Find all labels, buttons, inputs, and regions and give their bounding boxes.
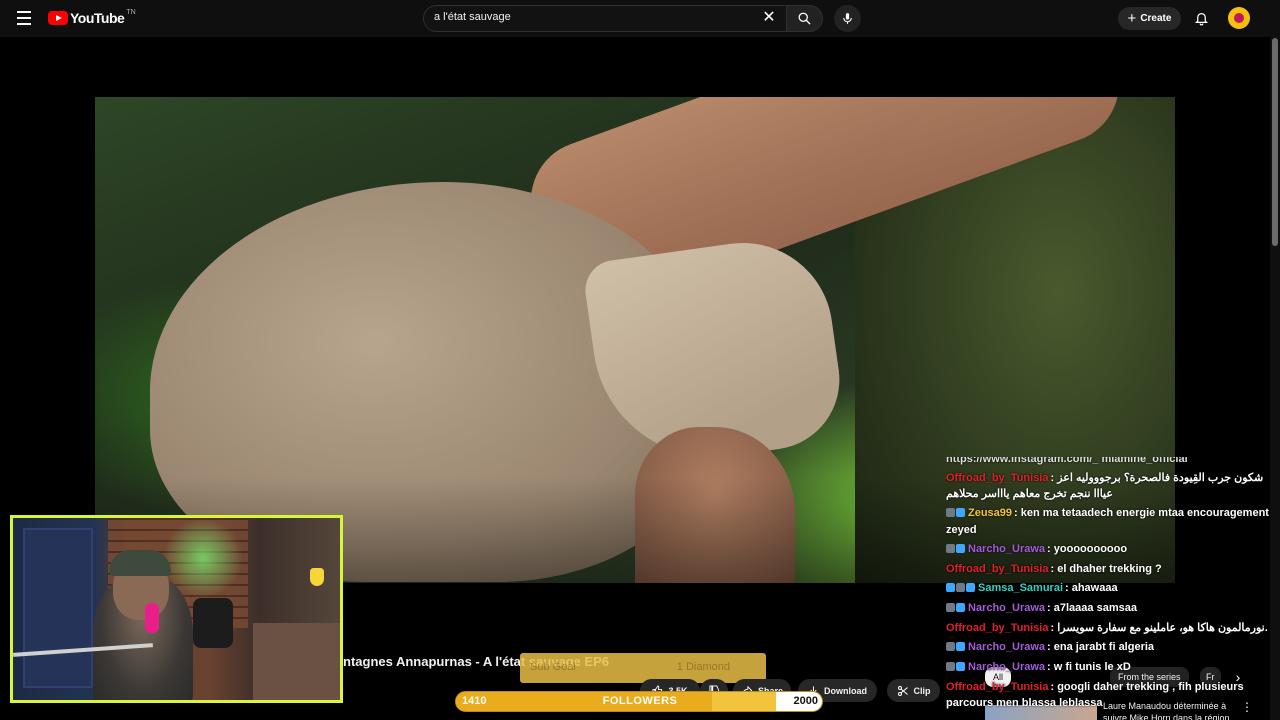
- chat-badges: [946, 542, 966, 558]
- followers-current: 1410: [462, 695, 487, 707]
- sub-goal-label: Sub Goal: [530, 661, 576, 673]
- webcam-door: [23, 528, 93, 688]
- webcam-lamp: [310, 568, 324, 586]
- webcam-chair: [193, 598, 233, 648]
- chat-message: Samsa_Samurai: ahawaaa: [946, 580, 1276, 597]
- chat-badge-icon: [946, 662, 955, 671]
- create-button[interactable]: + Create: [1118, 7, 1181, 30]
- search-icon: [798, 12, 811, 25]
- webcam-streamer-hat: [109, 550, 171, 576]
- create-label: Create: [1140, 13, 1172, 24]
- search-input[interactable]: [434, 11, 754, 23]
- youtube-logo[interactable]: YouTube TN: [48, 9, 136, 27]
- chat-badge-icon: [946, 603, 955, 612]
- chat-badges: [946, 640, 966, 656]
- chat-overlay: https://www.instagram.com/_ mlamine_offi…: [946, 457, 1276, 720]
- chat-username: Narcho_Urawa: [968, 641, 1046, 653]
- chat-message: Narcho_Urawa: ena jarabt fi algeria: [946, 639, 1276, 656]
- chat-badge-icon: [946, 544, 955, 553]
- chat-username: Samsa_Samurai: [978, 582, 1063, 594]
- clip-label: Clip: [913, 685, 931, 696]
- scissors-icon: [897, 685, 908, 696]
- chat-badge-icon: [946, 583, 955, 592]
- chat-badge-icon: [966, 583, 975, 592]
- chat-message: Offroad_by_Tunisia: نورمالمون هاكا هو، ع…: [946, 620, 1276, 636]
- chat-text: : el dhaher trekking ?: [1050, 563, 1162, 575]
- chat-badges: [946, 601, 966, 617]
- chat-text: : نورمالمون هاكا هو، عاملينو مع سفارة سو…: [1050, 622, 1268, 634]
- chat-badge-icon: [956, 642, 965, 651]
- chat-message: Narcho_Urawa: yoooooooooo: [946, 541, 1276, 558]
- bell-icon: [1194, 13, 1208, 26]
- chat-username: Offroad_by_Tunisia: [946, 681, 1049, 693]
- chat-username: Narcho_Urawa: [968, 661, 1046, 673]
- search-box: [423, 5, 787, 32]
- sub-goal-widget: Sub Goal 1 Diamond: [520, 653, 766, 683]
- chat-badges: [946, 581, 976, 597]
- chat-username: Offroad_by_Tunisia: [946, 472, 1049, 484]
- plus-icon: +: [1127, 10, 1137, 27]
- download-label: Download: [824, 685, 867, 696]
- chat-text: : a7laaaa samsaa: [1047, 602, 1137, 614]
- scrollbar-thumb[interactable]: [1272, 38, 1278, 246]
- followers-goal-bar: FOLLOWERS 1410 2000: [455, 691, 823, 712]
- chat-username: Narcho_Urawa: [968, 543, 1046, 555]
- youtube-logo-icon: [48, 11, 68, 25]
- chat-text: : ena jarabt fi algeria: [1047, 641, 1155, 653]
- chat-badge-icon: [956, 508, 965, 517]
- chat-username: Narcho_Urawa: [968, 602, 1046, 614]
- chat-message: Offroad_by_Tunisia: el dhaher trekking ?: [946, 561, 1276, 577]
- chat-badge-icon: [956, 544, 965, 553]
- chat-message: Narcho_Urawa: w fi tunis le xD: [946, 659, 1276, 676]
- avatar[interactable]: [1228, 7, 1250, 29]
- chat-username: Offroad_by_Tunisia: [946, 622, 1049, 634]
- chat-message: Offroad_by_Tunisia: شكون جرب القِيودة فا…: [946, 470, 1276, 502]
- followers-target: 2000: [793, 695, 818, 707]
- chat-text: : w fi tunis le xD: [1047, 661, 1131, 673]
- streamer-webcam: [10, 515, 343, 703]
- search-button[interactable]: [786, 5, 823, 32]
- followers-label: FOLLOWERS: [602, 695, 678, 707]
- chat-badge-icon: [946, 508, 955, 517]
- logo-region: TN: [126, 8, 136, 16]
- chat-badges: [946, 506, 966, 522]
- clip-button[interactable]: Clip: [887, 679, 940, 702]
- chat-message: Offroad_by_Tunisia: googli daher trekkin…: [946, 679, 1276, 711]
- voice-search-button[interactable]: [834, 5, 861, 32]
- chat-username: Offroad_by_Tunisia: [946, 563, 1049, 575]
- chat-text: https://www.instagram.com/_ mlamine_offi…: [946, 457, 1188, 465]
- mic-icon: [843, 13, 852, 24]
- chat-text: : ahawaaa: [1065, 582, 1118, 594]
- logo-text: YouTube: [70, 10, 125, 26]
- sub-goal-target: 1 Diamond: [676, 661, 730, 673]
- chat-badge-icon: [946, 642, 955, 651]
- close-icon[interactable]: ✕: [759, 9, 779, 29]
- chat-message: Zeusa99: ken ma tetaadech energie mtaa e…: [946, 505, 1276, 538]
- chat-username: Zeusa99: [968, 507, 1013, 519]
- chat-badges: [946, 660, 966, 676]
- chat-message: https://www.instagram.com/_ mlamine_offi…: [946, 457, 1276, 467]
- chat-badge-icon: [956, 603, 965, 612]
- webcam-desk: [253, 623, 340, 700]
- webcam-microphone: [145, 603, 159, 633]
- masthead: YouTube TN ✕ + Create: [0, 0, 1280, 37]
- chat-text: : yoooooooooo: [1047, 543, 1128, 555]
- chat-message: Narcho_Urawa: a7laaaa samsaa: [946, 600, 1276, 617]
- notifications-button[interactable]: [1191, 8, 1211, 28]
- chat-badge-icon: [956, 583, 965, 592]
- menu-icon[interactable]: [12, 6, 36, 30]
- chat-badge-icon: [956, 662, 965, 671]
